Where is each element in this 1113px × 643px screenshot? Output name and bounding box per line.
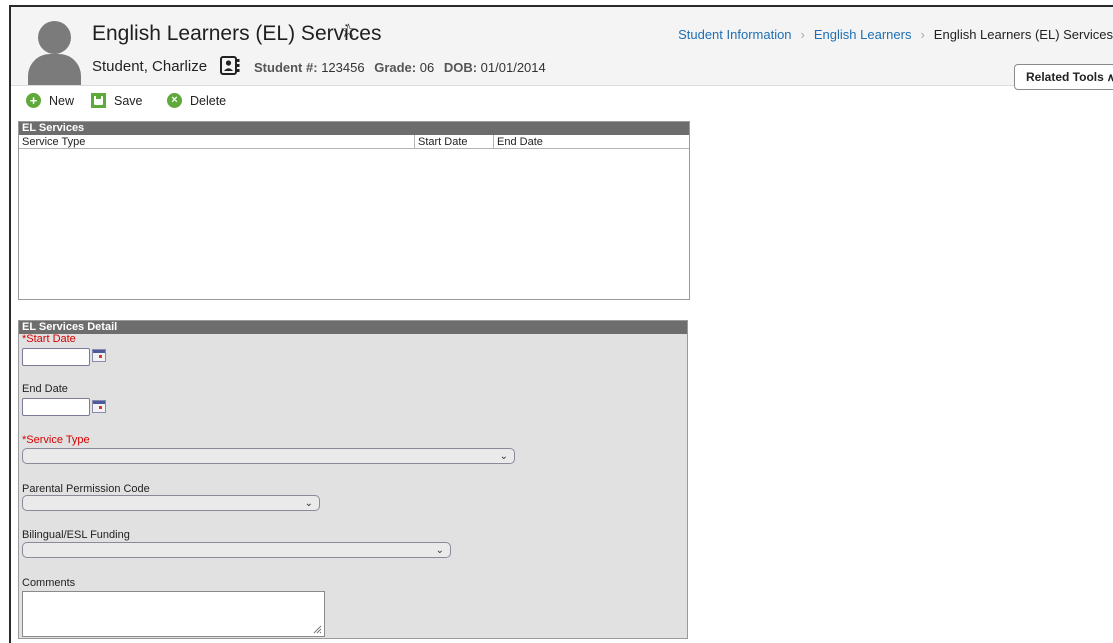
- service-type-select[interactable]: ⌄: [22, 448, 515, 464]
- breadcrumb-english-learners[interactable]: English Learners: [814, 27, 912, 42]
- breadcrumb-separator-icon: ›: [920, 27, 925, 42]
- student-number: 123456: [321, 60, 365, 75]
- plus-circle-icon: +: [26, 93, 41, 108]
- calendar-icon[interactable]: [92, 400, 106, 413]
- comments-textarea[interactable]: [22, 591, 325, 637]
- grid-title: EL Services: [19, 122, 689, 135]
- grid-column-headers: Service Type Start Date End Date: [19, 135, 689, 149]
- star-outline-icon[interactable]: ☆: [340, 20, 357, 43]
- column-header-end-date[interactable]: End Date: [494, 135, 689, 149]
- comments-label: Comments: [22, 577, 76, 589]
- start-date-field[interactable]: [22, 348, 90, 366]
- chevron-down-icon: ⌄: [435, 545, 444, 556]
- breadcrumb: Student Information › English Learners › Eng…: [678, 27, 1113, 42]
- student-name: Student, Charlize: [92, 58, 208, 75]
- end-date-label: End Date: [22, 383, 68, 395]
- x-circle-icon: ×: [167, 93, 182, 108]
- delete-button[interactable]: × Delete: [167, 93, 226, 108]
- contact-card-icon[interactable]: [220, 56, 240, 75]
- save-disk-icon: [91, 93, 106, 108]
- new-label: New: [49, 93, 75, 108]
- save-button[interactable]: Save: [91, 93, 143, 108]
- related-tools-label: Related Tools: [1026, 70, 1104, 84]
- grade-label: Grade:: [374, 60, 417, 75]
- column-header-start-date[interactable]: Start Date: [415, 135, 494, 149]
- funding-select[interactable]: ⌄: [22, 542, 451, 558]
- save-label: Save: [114, 93, 143, 108]
- grade-value: 06: [419, 60, 435, 75]
- el-services-detail: EL Services Detail *Start Date End Date …: [18, 320, 688, 639]
- related-tools-button[interactable]: Related Tools ∧: [1014, 64, 1113, 90]
- column-header-service-type[interactable]: Service Type: [19, 135, 415, 149]
- dob-value: 01/01/2014: [480, 60, 546, 75]
- dob-label: DOB:: [443, 60, 478, 75]
- page-header: English Learners (EL) Services ☆ Student…: [11, 7, 1113, 90]
- resize-handle-icon[interactable]: [313, 625, 322, 634]
- el-services-grid: EL Services Service Type Start Date End …: [18, 121, 690, 300]
- breadcrumb-student-information[interactable]: Student Information: [678, 27, 791, 42]
- start-date-label: *Start Date: [22, 333, 76, 345]
- breadcrumb-current: English Learners (EL) Services: [933, 27, 1113, 42]
- student-info: Student #: 123456 Grade: 06 DOB: 01/01/2…: [254, 60, 546, 75]
- page-title: English Learners (EL) Services: [92, 22, 382, 45]
- detail-title: EL Services Detail: [19, 321, 687, 334]
- end-date-field[interactable]: [22, 398, 90, 416]
- calendar-icon[interactable]: [92, 349, 106, 362]
- student-number-label: Student #:: [254, 60, 318, 75]
- chevron-down-icon: ⌄: [304, 498, 313, 509]
- parental-permission-label: Parental Permission Code: [22, 483, 150, 495]
- service-type-label: *Service Type: [22, 434, 90, 446]
- chevron-down-icon: ⌄: [499, 451, 508, 462]
- delete-label: Delete: [190, 93, 227, 108]
- funding-label: Bilingual/ESL Funding: [22, 529, 130, 541]
- chevron-up-icon: ∧: [1106, 72, 1113, 84]
- new-button[interactable]: + New: [26, 93, 74, 108]
- avatar: [28, 21, 81, 85]
- parental-permission-select[interactable]: ⌄: [22, 495, 320, 511]
- breadcrumb-separator-icon: ›: [800, 27, 805, 42]
